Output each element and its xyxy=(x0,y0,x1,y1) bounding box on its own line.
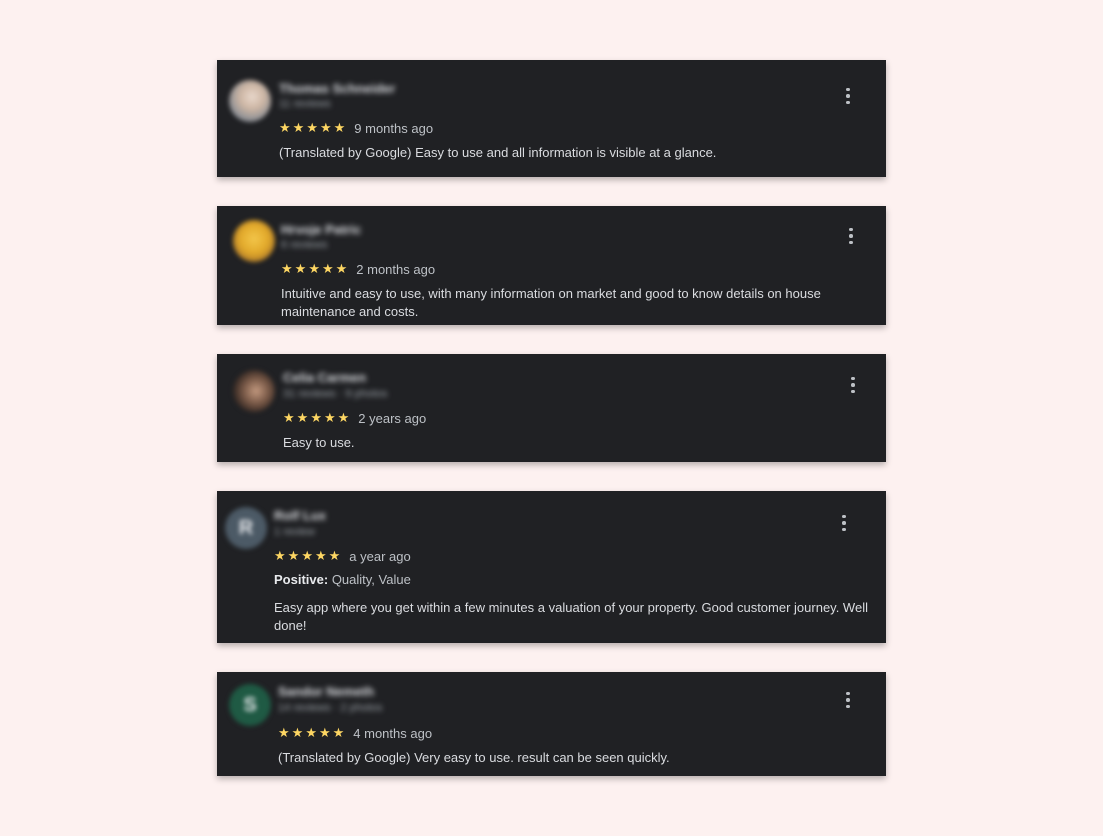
star-icon: ★ xyxy=(292,120,305,136)
reviewer-name[interactable]: Rolf Lux xyxy=(274,508,326,523)
rating-row: ★ ★ ★ ★ ★ a year ago xyxy=(274,547,411,565)
star-rating: ★ ★ ★ ★ ★ xyxy=(281,263,347,276)
rating-row: ★ ★ ★ ★ ★ 9 months ago xyxy=(279,119,433,137)
star-icon: ★ xyxy=(308,261,320,277)
review-text: (Translated by Google) Very easy to use.… xyxy=(278,750,670,765)
review-text: Easy to use. xyxy=(283,435,355,450)
more-options-icon[interactable] xyxy=(842,690,854,710)
star-icon: ★ xyxy=(301,548,313,564)
star-icon: ★ xyxy=(337,410,350,426)
star-icon: ★ xyxy=(318,725,331,741)
star-icon: ★ xyxy=(321,261,334,277)
star-rating: ★ ★ ★ ★ ★ xyxy=(278,727,344,740)
review-date: 2 years ago xyxy=(358,410,427,426)
review-date: 9 months ago xyxy=(354,120,434,136)
star-icon: ★ xyxy=(314,548,327,564)
star-icon: ★ xyxy=(328,548,341,564)
reviewer-avatar[interactable] xyxy=(233,220,275,262)
reviewer-name[interactable]: Sandor Nemeth xyxy=(278,684,374,699)
avatar-initial: S xyxy=(243,693,257,716)
more-options-icon[interactable] xyxy=(847,375,859,395)
star-icon: ★ xyxy=(279,120,291,136)
reviewer-meta: 31 reviews · 9 photos xyxy=(283,388,388,400)
star-icon: ★ xyxy=(305,725,317,741)
more-options-icon[interactable] xyxy=(842,86,854,106)
reviewer-avatar[interactable] xyxy=(233,370,275,412)
reviewer-name[interactable]: Thomas Schneider xyxy=(279,81,395,96)
review-text: Easy app where you get within a few minu… xyxy=(274,600,868,633)
star-rating: ★ ★ ★ ★ ★ xyxy=(274,550,340,563)
star-icon: ★ xyxy=(278,725,290,741)
review-date: 2 months ago xyxy=(356,261,436,277)
star-rating: ★ ★ ★ ★ ★ xyxy=(283,412,349,425)
more-options-icon[interactable] xyxy=(845,226,857,246)
star-icon: ★ xyxy=(294,261,307,277)
review-text: (Translated by Google) Easy to use and a… xyxy=(279,145,717,160)
review-card: Celia Carmen 31 reviews · 9 photos ★ ★ ★ ★ ★… xyxy=(217,354,886,462)
star-icon: ★ xyxy=(319,120,332,136)
star-icon: ★ xyxy=(291,725,304,741)
review-card: S Sandor Nemeth 14 reviews · 2 photos ★ ★… xyxy=(217,672,886,776)
star-rating: ★ ★ ★ ★ ★ xyxy=(279,122,345,135)
review-date: 4 months ago xyxy=(353,725,433,741)
star-icon: ★ xyxy=(281,261,293,277)
reviewer-meta: 1 review xyxy=(274,526,315,538)
star-icon: ★ xyxy=(296,410,309,426)
avatar-initial: R xyxy=(238,516,254,539)
rating-row: ★ ★ ★ ★ ★ 4 months ago xyxy=(278,724,432,742)
star-icon: ★ xyxy=(283,410,295,426)
review-attributes: Positive: Quality, Value xyxy=(274,572,411,587)
review-card: R Rolf Lux 1 review ★ ★ ★ ★ ★ a year ago Pos… xyxy=(217,491,886,643)
reviewer-name[interactable]: Celia Carmen xyxy=(283,370,366,385)
reviewer-avatar[interactable] xyxy=(229,80,271,122)
reviewer-meta: 6 reviews xyxy=(281,239,328,251)
star-icon: ★ xyxy=(323,410,336,426)
review-text: Intuitive and easy to use, with many inf… xyxy=(281,286,821,319)
review-card: Thomas Schneider 11 reviews ★ ★ ★ ★ ★ 9 mont… xyxy=(217,60,886,177)
reviewer-name[interactable]: Hrvoje Patric xyxy=(281,222,361,237)
reviewer-avatar[interactable]: S xyxy=(229,684,271,726)
star-icon: ★ xyxy=(335,261,348,277)
attributes-label: Positive: xyxy=(274,572,329,587)
star-icon: ★ xyxy=(287,548,300,564)
reviewer-avatar[interactable]: R xyxy=(225,507,267,549)
more-options-icon[interactable] xyxy=(838,513,850,533)
attributes-value: Quality, Value xyxy=(331,572,411,587)
rating-row: ★ ★ ★ ★ ★ 2 months ago xyxy=(281,260,435,278)
star-icon: ★ xyxy=(310,410,322,426)
reviewer-meta: 14 reviews · 2 photos xyxy=(278,702,383,714)
rating-row: ★ ★ ★ ★ ★ 2 years ago xyxy=(283,409,426,427)
review-date: a year ago xyxy=(349,548,411,564)
review-card: Hrvoje Patric 6 reviews ★ ★ ★ ★ ★ 2 months a… xyxy=(217,206,886,325)
star-icon: ★ xyxy=(274,548,286,564)
reviewer-meta: 11 reviews xyxy=(279,98,331,110)
star-icon: ★ xyxy=(306,120,318,136)
star-icon: ★ xyxy=(332,725,345,741)
star-icon: ★ xyxy=(333,120,346,136)
